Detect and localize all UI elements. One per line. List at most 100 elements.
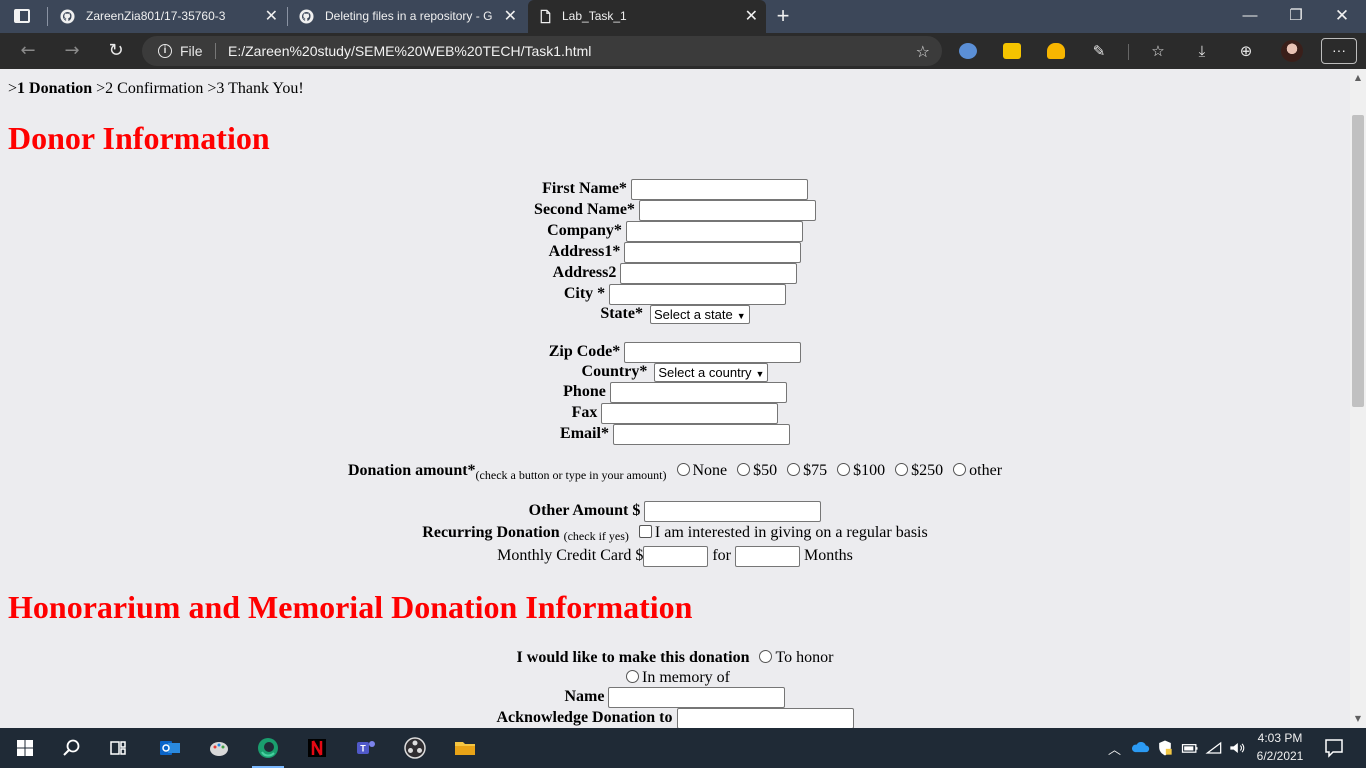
company-label: Company* (547, 222, 622, 239)
vertical-scrollbar[interactable]: ▲ ▼ (1350, 69, 1366, 728)
country-select[interactable]: Select a country ▼ (654, 362, 769, 382)
file-explorer-icon[interactable] (453, 736, 477, 760)
email-input[interactable] (612, 423, 790, 445)
extension-honey-icon[interactable] (1003, 43, 1021, 59)
city-label: City * (563, 285, 606, 302)
netflix-icon[interactable] (305, 736, 329, 760)
breadcrumb-prefix: > (8, 80, 18, 97)
settings-more-button[interactable]: ··· (1321, 38, 1357, 64)
recurring-hint: (check if yes) (563, 529, 629, 543)
city-input[interactable] (609, 283, 787, 305)
windows-start-icon[interactable] (13, 736, 37, 760)
page-icon (540, 9, 551, 24)
other-amount-row: Other Amount $ (0, 500, 1350, 522)
phone-label: Phone (563, 383, 606, 400)
url-text[interactable]: E:/Zareen%20study/SEME%20WEB%20TECH/Task… (228, 36, 591, 66)
donation-100-radio[interactable] (837, 463, 851, 476)
github-icon (60, 9, 75, 24)
other-amount-input[interactable] (644, 500, 822, 522)
tab-github-repo[interactable]: ZareenZia801/17-35760-3 ✕ (50, 0, 286, 33)
honor-name-label: Name (564, 688, 605, 705)
donation-none-radio[interactable] (676, 463, 690, 476)
donation-other-radio[interactable] (953, 463, 967, 476)
close-icon[interactable]: ✕ (745, 0, 758, 33)
extension-owl-icon[interactable] (959, 43, 977, 59)
breadcrumb: >1 Donation >2 Confirmation >3 Thank You… (8, 80, 304, 98)
wifi-icon[interactable] (1204, 736, 1224, 760)
acknowledge-input[interactable] (676, 707, 854, 728)
restore-button[interactable]: ❐ (1273, 0, 1319, 33)
page-content: >1 Donation >2 Confirmation >3 Thank You… (0, 69, 1350, 728)
country-row: Country* Select a country ▼ (0, 361, 1350, 382)
phone-input[interactable] (609, 381, 787, 403)
task-view-icon[interactable] (106, 736, 130, 760)
downloads-icon[interactable]: ⤓ (1190, 39, 1214, 63)
zip-input[interactable] (624, 341, 802, 363)
tab-deleting-files[interactable]: Deleting files in a repository - Gi ✕ (289, 0, 525, 33)
forward-arrow-icon[interactable]: → (57, 37, 87, 65)
security-shield-icon[interactable] (1155, 736, 1175, 760)
teams-icon[interactable]: T (354, 736, 378, 760)
clock-time[interactable]: 4:03 PM (1252, 731, 1308, 745)
tab-label: Lab_Task_1 (562, 9, 627, 23)
back-arrow-icon[interactable]: ← (13, 37, 43, 65)
address2-input[interactable] (620, 262, 798, 284)
address-bar[interactable]: i File E:/Zareen%20study/SEME%20WEB%20TE… (142, 36, 942, 66)
search-icon[interactable] (60, 736, 84, 760)
donation-250-radio[interactable] (895, 463, 909, 476)
extension-pacman-icon[interactable] (1047, 43, 1065, 59)
volume-icon[interactable] (1227, 736, 1247, 760)
new-tab-button[interactable]: + (772, 0, 794, 33)
second-name-row: Second Name* (0, 199, 1350, 221)
months-count-input[interactable] (734, 545, 800, 567)
donation-100-label: $100 (853, 462, 886, 479)
show-hidden-icons-icon[interactable]: ︿ (1108, 739, 1121, 758)
state-select[interactable]: Select a state ▼ (649, 304, 750, 324)
to-honor-radio[interactable] (759, 650, 773, 663)
extension-puzzle-icon[interactable]: ✎ (1087, 39, 1111, 63)
address1-input[interactable] (624, 241, 802, 263)
honor-choice-row: I would like to make this donation To ho… (0, 647, 1350, 668)
scroll-down-icon[interactable]: ▼ (1350, 712, 1366, 726)
omnibox-divider (215, 43, 216, 59)
scroll-up-icon[interactable]: ▲ (1350, 71, 1366, 85)
address2-row: Address2 (0, 262, 1350, 284)
paint-icon[interactable] (207, 736, 231, 760)
to-honor-label: To honor (775, 649, 834, 666)
scrollbar-thumb[interactable] (1352, 115, 1364, 407)
second-name-input[interactable] (638, 199, 816, 221)
tab-actions-icon[interactable] (14, 9, 30, 23)
close-icon[interactable]: ✕ (265, 0, 278, 33)
phone-row: Phone (0, 381, 1350, 403)
refresh-icon[interactable]: ↻ (101, 37, 131, 65)
notifications-icon[interactable] (1322, 736, 1346, 760)
profile-avatar[interactable] (1281, 40, 1303, 62)
window-close-button[interactable]: ✕ (1319, 0, 1365, 33)
donation-75-radio[interactable] (787, 463, 801, 476)
in-memory-radio[interactable] (626, 670, 639, 683)
minimize-button[interactable]: — (1227, 0, 1273, 33)
info-icon[interactable]: i (158, 44, 172, 58)
donation-50-radio[interactable] (737, 463, 751, 476)
state-select-value: Select a state (653, 306, 733, 322)
favorites-icon[interactable]: ☆ (1146, 39, 1170, 63)
clock-date[interactable]: 6/2/2021 (1252, 749, 1308, 763)
first-name-input[interactable] (630, 178, 808, 200)
tab-lab-task[interactable]: Lab_Task_1 ✕ (528, 0, 766, 34)
obs-icon[interactable] (403, 736, 427, 760)
company-input[interactable] (625, 220, 803, 242)
windows-taskbar: T ︿ 4:03 PM 6/2/2021 (0, 728, 1366, 768)
edge-icon[interactable] (256, 736, 280, 760)
monthly-amount-input[interactable] (643, 545, 709, 567)
address1-row: Address1* (0, 241, 1350, 263)
state-row: State* Select a state ▼ (0, 303, 1350, 324)
honor-name-input[interactable] (608, 686, 786, 708)
onedrive-icon[interactable] (1130, 736, 1150, 760)
collections-icon[interactable]: ⊕ (1234, 39, 1258, 63)
recurring-checkbox[interactable] (638, 525, 652, 538)
add-favorite-icon[interactable]: ☆ (916, 42, 930, 61)
battery-icon[interactable] (1180, 736, 1200, 760)
close-icon[interactable]: ✕ (504, 0, 517, 33)
outlook-icon[interactable] (158, 736, 182, 760)
fax-input[interactable] (601, 402, 779, 424)
